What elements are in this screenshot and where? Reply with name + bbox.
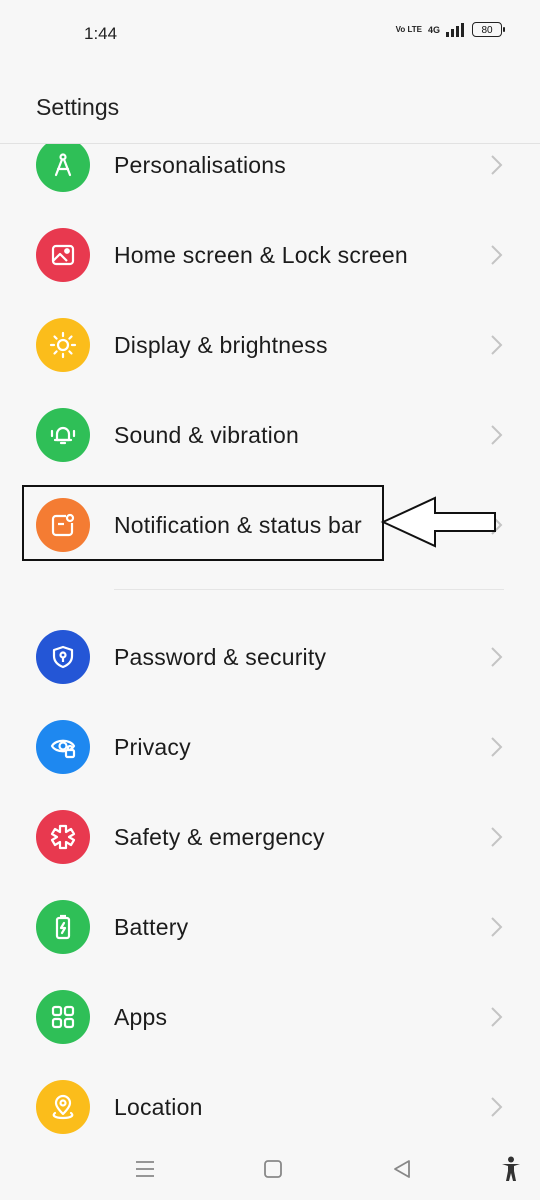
chevron-right-icon: [491, 1007, 503, 1027]
battery-indicator: 80: [472, 22, 505, 37]
settings-item-privacy[interactable]: Privacy: [0, 702, 540, 792]
shield-key-icon: [36, 630, 90, 684]
home-button[interactable]: [258, 1154, 288, 1184]
highlight-box: [22, 485, 384, 561]
volte-icon: Vo LTE: [395, 24, 422, 34]
status-time: 1:44: [84, 24, 118, 43]
compass-icon: [36, 144, 90, 192]
settings-item-label: Battery: [114, 914, 189, 940]
accessibility-icon: [502, 1156, 520, 1181]
back-button[interactable]: [387, 1154, 417, 1184]
chevron-right-icon: [491, 335, 503, 355]
pointer-arrow-icon: [380, 496, 496, 548]
navigation-bar: [0, 1140, 540, 1200]
settings-item-label: Password & security: [114, 644, 327, 670]
network-type: 4G: [427, 24, 440, 35]
settings-item-password-security[interactable]: Password & security: [0, 612, 540, 702]
settings-item-label: Display & brightness: [114, 332, 328, 358]
accessibility-button[interactable]: [496, 1154, 526, 1184]
eye-lock-icon: [36, 720, 90, 774]
menu-icon: [136, 1161, 154, 1177]
apps-grid-icon: [36, 990, 90, 1044]
header: Settings: [0, 70, 540, 144]
asterisk-icon: [36, 810, 90, 864]
settings-item-label: Location: [114, 1094, 203, 1120]
home-square-icon: [264, 1160, 282, 1178]
back-triangle-icon: [394, 1160, 410, 1178]
chevron-right-icon: [491, 647, 503, 667]
settings-item-label: Home screen & Lock screen: [114, 242, 408, 268]
system-icons: Vo LTE 4G 80: [395, 22, 505, 37]
chevron-right-icon: [491, 1097, 503, 1117]
chevron-right-icon: [491, 737, 503, 757]
settings-item-label: Safety & emergency: [114, 824, 325, 850]
picture-icon: [36, 228, 90, 282]
battery-icon: [36, 900, 90, 954]
settings-item-label: Privacy: [114, 734, 191, 760]
settings-item-home-lock-screen[interactable]: Home screen & Lock screen: [0, 210, 540, 300]
settings-item-safety-emergency[interactable]: Safety & emergency: [0, 792, 540, 882]
settings-item-display-brightness[interactable]: Display & brightness: [0, 300, 540, 390]
chevron-right-icon: [491, 245, 503, 265]
chevron-right-icon: [491, 425, 503, 445]
settings-item-location[interactable]: Location: [0, 1062, 540, 1144]
location-pin-icon: [36, 1080, 90, 1134]
settings-item-label: Sound & vibration: [114, 422, 299, 448]
sun-icon: [36, 318, 90, 372]
settings-list[interactable]: Personalisations Home screen & Lock scre…: [0, 144, 540, 1144]
chevron-right-icon: [491, 155, 503, 175]
signal-icon: [446, 22, 464, 37]
settings-item-apps[interactable]: Apps: [0, 972, 540, 1062]
status-bar: 1:44 Vo LTE 4G 80: [0, 0, 540, 70]
chevron-right-icon: [491, 827, 503, 847]
bell-icon: [36, 408, 90, 462]
settings-item-personalisations[interactable]: Personalisations: [0, 144, 540, 210]
settings-item-label: Personalisations: [114, 152, 286, 178]
settings-item-label: Apps: [114, 1004, 168, 1030]
group-divider: [114, 589, 504, 590]
menu-button[interactable]: [130, 1154, 160, 1184]
settings-item-sound-vibration[interactable]: Sound & vibration: [0, 390, 540, 480]
page-title: Settings: [36, 94, 120, 120]
chevron-right-icon: [491, 917, 503, 937]
settings-item-battery[interactable]: Battery: [0, 882, 540, 972]
